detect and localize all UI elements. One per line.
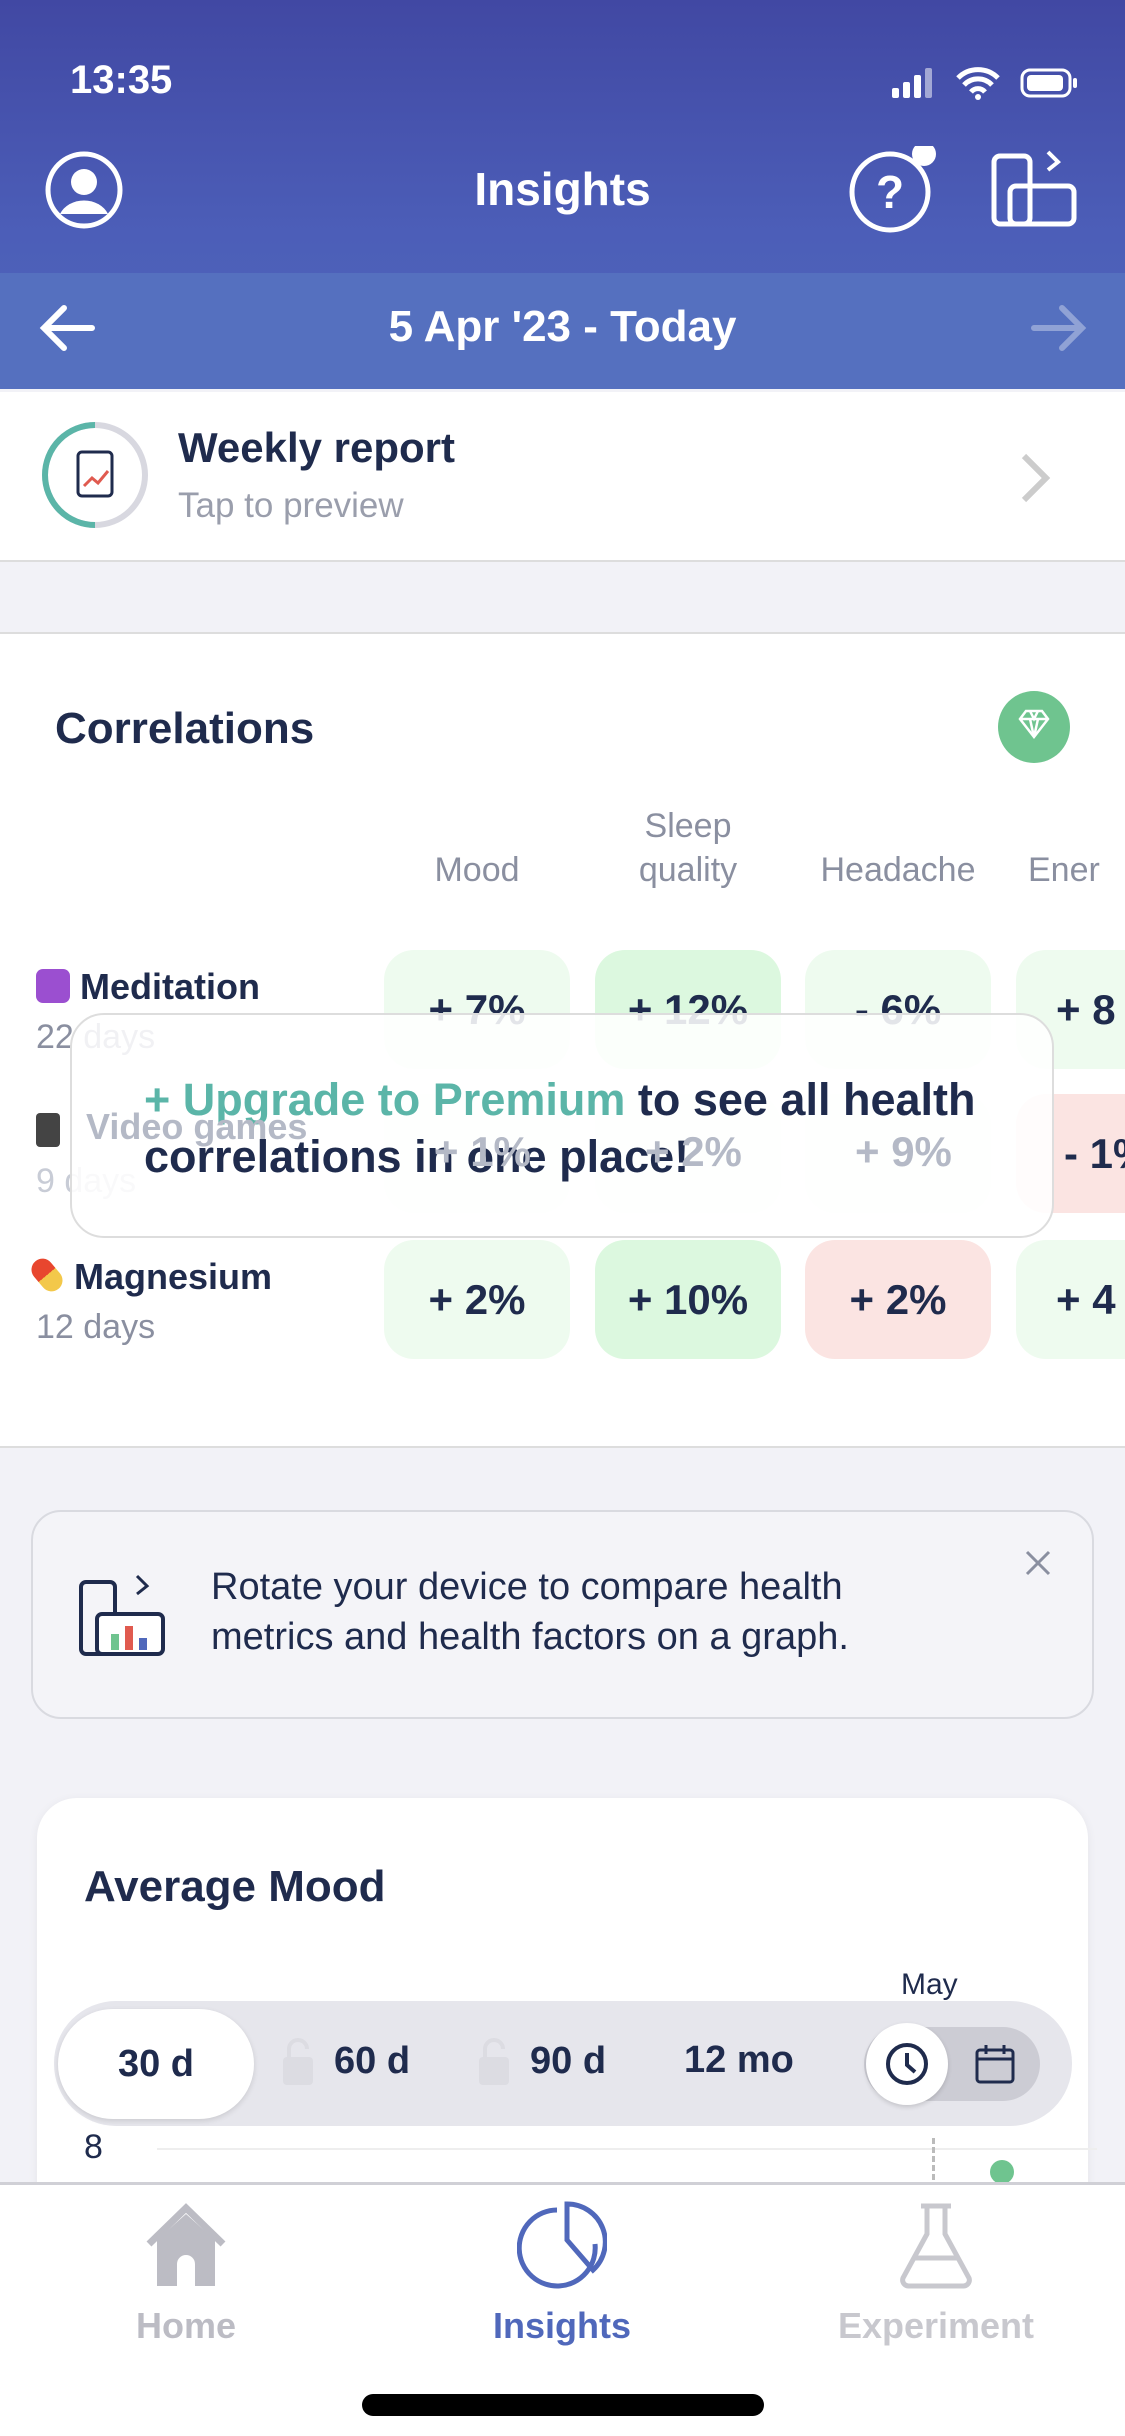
- tab-insights[interactable]: Insights: [412, 2200, 712, 2347]
- column-header: Ener: [1028, 851, 1100, 889]
- rotate-device-icon: [79, 1574, 165, 1656]
- rotate-banner-text: Rotate your device to compare health met…: [211, 1566, 849, 1658]
- column-header: Sleep quality: [638, 807, 738, 889]
- correlation-value[interactable]: + 2%: [645, 1128, 742, 1176]
- status-icons: [890, 62, 1080, 107]
- clock-icon[interactable]: [885, 2042, 929, 2086]
- calendar-icon[interactable]: [974, 2043, 1016, 2085]
- correlation-cell[interactable]: + 2%: [805, 1240, 991, 1359]
- premium-diamond-icon[interactable]: [996, 689, 1072, 765]
- weekly-report-title: Weekly report: [178, 424, 455, 471]
- svg-text:?: ?: [876, 166, 904, 218]
- correlation-cell[interactable]: + 10%: [595, 1240, 781, 1359]
- page-title: Insights: [474, 163, 651, 215]
- range-selector: 30 d 60 d 90 d 12 mo: [54, 2001, 1072, 2126]
- home-indicator: [362, 2394, 764, 2416]
- home-icon: [146, 2203, 226, 2286]
- column-header: Mood: [434, 851, 520, 889]
- range-30d[interactable]: 30 d: [58, 2009, 254, 2119]
- row-label-magnesium: Magnesium: [27, 1254, 272, 1298]
- weekly-report-subtitle: Tap to preview: [178, 486, 404, 525]
- status-time: 13:35: [70, 58, 173, 102]
- correlation-value[interactable]: + 9%: [855, 1128, 952, 1176]
- correlation-cell[interactable]: + 2%: [384, 1240, 570, 1359]
- column-header: Headache: [820, 851, 976, 889]
- chevron-right-icon: [1021, 453, 1051, 503]
- range-90d[interactable]: 90 d: [476, 2035, 606, 2087]
- rotate-device-icon[interactable]: [990, 148, 1080, 233]
- range-60d[interactable]: 60 d: [280, 2035, 410, 2087]
- average-mood-title: Average Mood: [84, 1862, 386, 1911]
- correlation-value[interactable]: + 1%: [434, 1128, 531, 1176]
- pill-icon: [27, 1254, 67, 1296]
- date-range: 5 Apr '23 - Today: [388, 302, 737, 351]
- next-period-button[interactable]: [1026, 300, 1090, 361]
- correlations-title: Correlations: [55, 704, 315, 753]
- lock-icon: [283, 2038, 313, 2085]
- tab-home[interactable]: Home: [36, 2200, 336, 2347]
- flask-icon: [900, 2203, 972, 2289]
- row-days: 12 days: [36, 1308, 156, 1346]
- lock-icon: [479, 2038, 509, 2085]
- month-label: May: [901, 1968, 958, 2001]
- rotate-device-banner: Rotate your device to compare health met…: [31, 1510, 1094, 1719]
- view-toggle[interactable]: [864, 2023, 1040, 2105]
- help-icon[interactable]: ?: [846, 142, 946, 241]
- data-point[interactable]: [990, 2160, 1014, 2184]
- joystick-icon: [36, 1113, 60, 1147]
- close-icon[interactable]: [1023, 1548, 1053, 1578]
- range-12mo[interactable]: 12 mo: [684, 2039, 794, 2082]
- tab-experiment[interactable]: Experiment: [786, 2200, 1086, 2347]
- yin-yang-icon: [36, 969, 70, 1003]
- row-label-meditation: Meditation: [36, 966, 260, 1008]
- grid-line: [157, 2148, 1097, 2150]
- pie-chart-icon: [516, 2201, 608, 2289]
- report-icon: [42, 422, 148, 528]
- weekly-report-row[interactable]: Weekly report Tap to preview: [0, 392, 1125, 562]
- row-icon-video-games: [36, 1110, 60, 1152]
- y-tick-label: 8: [84, 2128, 103, 2166]
- row-label-video-games: Video games: [86, 1106, 308, 1147]
- correlation-cell[interactable]: + 4: [1016, 1240, 1125, 1359]
